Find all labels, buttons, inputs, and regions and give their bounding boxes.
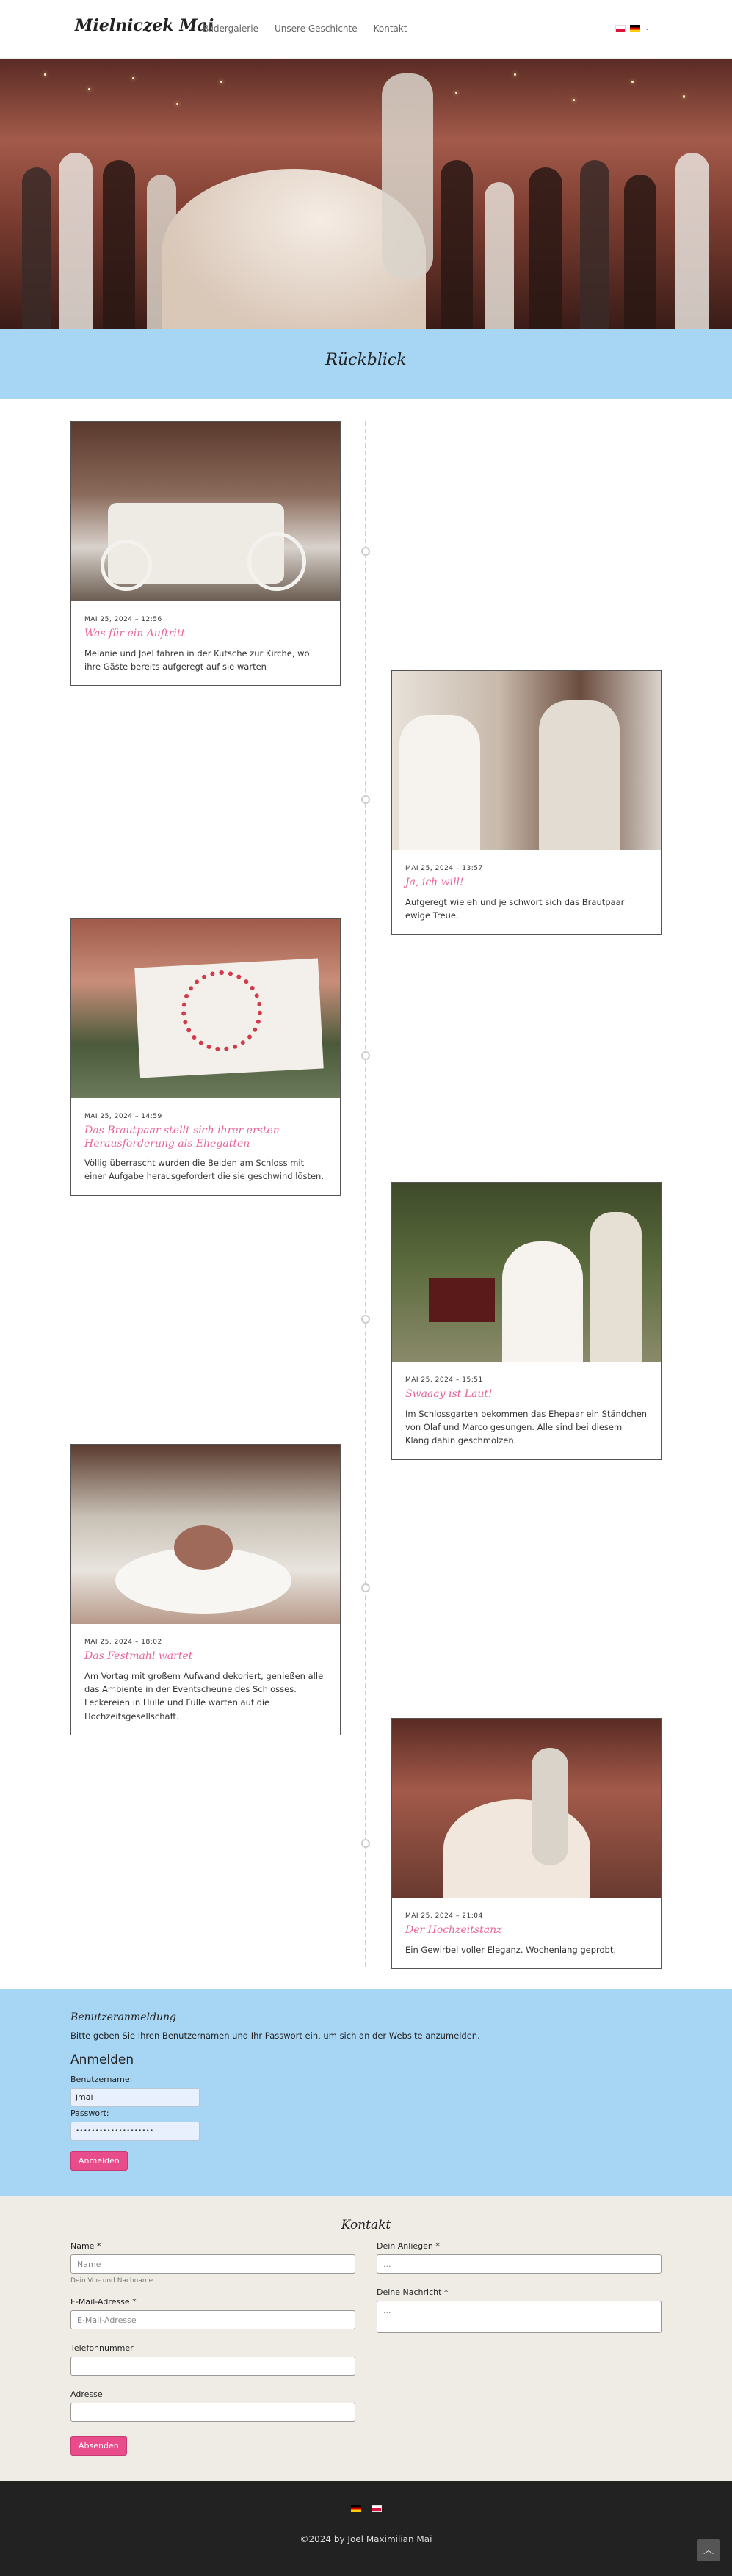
scroll-to-top-button[interactable]: ︿ <box>697 2539 720 2561</box>
name-label: Name * <box>70 2241 101 2251</box>
german-flag-icon[interactable] <box>630 25 640 32</box>
timeline-dot <box>361 795 370 804</box>
card-image-kutsche <box>71 422 340 601</box>
contact-heading: Kontakt <box>341 2218 391 2232</box>
polish-flag-icon[interactable] <box>372 2505 382 2512</box>
message-input[interactable]: ... <box>377 2301 662 2333</box>
phone-input[interactable] <box>70 2357 355 2376</box>
login-intro: Bitte geben Sie Ihren Benutzernamen und … <box>70 2031 480 2041</box>
concern-input[interactable]: ... <box>377 2254 662 2274</box>
language-switcher[interactable]: ⌄ <box>615 25 651 32</box>
copyright: ©2024 by Joel Maximilian Mai <box>300 2534 432 2544</box>
username-label: Benutzername: <box>70 2075 133 2084</box>
timeline-dot <box>361 1583 370 1592</box>
site-logo[interactable]: Mielniczek Mai <box>75 16 214 35</box>
card-image-herz <box>71 919 340 1098</box>
message-label: Deine Nachricht * <box>377 2287 449 2297</box>
timeline-dot <box>361 1051 370 1060</box>
card-description: Aufgeregt wie eh und je schwört sich das… <box>405 896 625 921</box>
card-description: Ein Gewirbel voller Eleganz. Wochenlang … <box>405 1944 617 1955</box>
card-description: Melanie und Joel fahren in der Kutsche z… <box>84 647 310 672</box>
card-title: Das Brautpaar stellt sich ihrer ersten H… <box>84 1125 280 1150</box>
nav-bildergalerie[interactable]: Bildergalerie <box>203 23 258 34</box>
rueckblick-banner: Rückblick <box>0 329 732 399</box>
password-label: Passwort: <box>70 2108 109 2118</box>
card-description: Am Vortag mit großem Aufwand dekoriert, … <box>84 1670 324 1721</box>
hero-image <box>0 59 732 329</box>
timeline-card[interactable]: MAI 25, 2024 – 18:02 Das Festmahl wartet… <box>70 1444 341 1736</box>
timeline-card[interactable]: MAI 25, 2024 – 15:51 Swaaay ist Laut! Im… <box>391 1182 662 1460</box>
timeline-card[interactable]: MAI 25, 2024 – 14:59 Das Brautpaar stell… <box>70 918 341 1196</box>
timeline-dot <box>361 1839 370 1848</box>
email-label: E-Mail-Adresse * <box>70 2297 137 2307</box>
password-input[interactable]: •••••••••••••••••••• <box>70 2122 200 2141</box>
submit-button[interactable]: Absenden <box>70 2436 127 2456</box>
site-header: Mielniczek Mai Bildergalerie Unsere Gesc… <box>0 0 732 59</box>
timeline-dot <box>361 547 370 556</box>
name-input[interactable]: Name <box>70 2254 355 2274</box>
card-title: Das Festmahl wartet <box>84 1650 193 1662</box>
nav-unsere-geschichte[interactable]: Unsere Geschichte <box>275 23 358 34</box>
address-input[interactable] <box>70 2403 355 2422</box>
card-title: Der Hochzeitstanz <box>405 1924 502 1936</box>
card-image-festmahl <box>71 1445 340 1624</box>
address-label: Adresse <box>70 2390 103 2399</box>
card-date: MAI 25, 2024 – 15:51 <box>405 1376 483 1384</box>
email-input[interactable]: E-Mail-Adresse <box>70 2310 355 2329</box>
timeline-card[interactable]: MAI 25, 2024 – 13:57 Ja, ich will! Aufge… <box>391 670 662 935</box>
card-image-tanz <box>392 1719 661 1898</box>
polish-flag-icon[interactable] <box>615 25 626 32</box>
card-date: MAI 25, 2024 – 13:57 <box>405 865 483 872</box>
timeline-card[interactable]: MAI 25, 2024 – 12:56 Was für ein Auftrit… <box>70 421 341 686</box>
card-date: MAI 25, 2024 – 12:56 <box>84 616 162 623</box>
card-date: MAI 25, 2024 – 14:59 <box>84 1113 162 1120</box>
timeline-dot <box>361 1315 370 1324</box>
timeline-line <box>365 421 366 1967</box>
site-footer: ©2024 by Joel Maximilian Mai <box>0 2481 732 2576</box>
card-description: Im Schlossgarten bekommen das Ehepaar ei… <box>405 1408 648 1446</box>
phone-label: Telefonnummer <box>70 2343 134 2353</box>
card-title: Was für ein Auftritt <box>84 628 186 639</box>
concern-label: Dein Anliegen * <box>377 2241 440 2251</box>
card-image-ja <box>392 671 661 850</box>
section-title: Rückblick <box>325 351 407 369</box>
nav-kontakt[interactable]: Kontakt <box>374 23 407 34</box>
login-title: Anmelden <box>70 2053 134 2067</box>
username-input[interactable]: jmai <box>70 2088 200 2107</box>
timeline-card[interactable]: MAI 25, 2024 – 21:04 Der Hochzeitstanz E… <box>391 1718 662 1969</box>
chevron-down-icon[interactable]: ⌄ <box>645 25 651 32</box>
card-title: Swaaay ist Laut! <box>405 1388 493 1400</box>
contact-section: Kontakt Name * Name Dein Vor- und Nachna… <box>0 2196 732 2481</box>
card-date: MAI 25, 2024 – 18:02 <box>84 1639 162 1646</box>
german-flag-icon[interactable] <box>351 2505 361 2512</box>
name-hint: Dein Vor- und Nachname <box>70 2277 153 2285</box>
login-heading: Benutzeranmeldung <box>70 2011 176 2023</box>
login-button[interactable]: Anmelden <box>70 2151 128 2171</box>
main-nav: Bildergalerie Unsere Geschichte Kontakt <box>203 23 407 34</box>
card-date: MAI 25, 2024 – 21:04 <box>405 1912 483 1920</box>
card-title: Ja, ich will! <box>405 877 464 888</box>
card-image-garten <box>392 1183 661 1362</box>
chevron-up-icon: ︿ <box>703 2544 714 2556</box>
card-description: Völlig überrascht wurden die Beiden am S… <box>84 1158 324 1182</box>
login-section: Benutzeranmeldung Bitte geben Sie Ihren … <box>0 1989 732 2196</box>
